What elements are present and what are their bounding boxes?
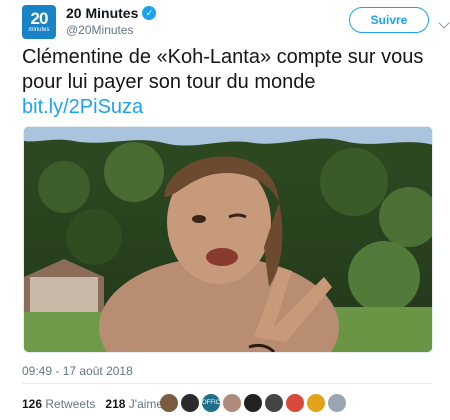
name-row: 20 Minutes ✓	[66, 5, 157, 21]
liker-avatar[interactable]	[265, 394, 283, 412]
liker-avatar[interactable]	[160, 394, 178, 412]
verified-badge-icon: ✓	[142, 6, 157, 20]
liker-avatar[interactable]	[286, 394, 304, 412]
retweets-stat[interactable]: 126 Retweets	[22, 397, 95, 411]
liker-avatar[interactable]	[244, 394, 262, 412]
likes-label: J'aime	[128, 397, 164, 411]
likes-stat[interactable]: 218 J'aime	[105, 397, 163, 411]
liker-avatar[interactable]: OFFICIAL	[202, 394, 220, 412]
display-name[interactable]: 20 Minutes	[66, 5, 138, 21]
tweet-text: Clémentine de «Koh-Lanta» compte sur vou…	[22, 45, 434, 120]
account-avatar[interactable]: 20 minutes	[22, 5, 56, 39]
tweet-header: 20 minutes 20 Minutes ✓ @20Minutes Suivr…	[22, 5, 450, 41]
tweet-body: Clémentine de «Koh-Lanta» compte sur vou…	[22, 46, 424, 93]
chevron-down-icon[interactable]	[438, 17, 450, 29]
liker-avatar[interactable]	[307, 394, 325, 412]
retweets-label: Retweets	[45, 397, 96, 411]
tweet-timestamp[interactable]: 09:49 - 17 août 2018	[22, 364, 133, 378]
tweet-photo[interactable]	[23, 126, 433, 353]
liker-avatar[interactable]	[223, 394, 241, 412]
follow-button[interactable]: Suivre	[349, 7, 429, 33]
photo-image	[24, 127, 432, 352]
liker-avatar[interactable]	[181, 394, 199, 412]
logo-word: minutes	[28, 27, 50, 33]
account-handle[interactable]: @20Minutes	[66, 23, 134, 37]
tweet-link[interactable]: bit.ly/2PiSuza	[22, 95, 434, 120]
divider	[22, 383, 432, 384]
retweets-count: 126	[22, 397, 43, 411]
engagement-stats: 126 Retweets 218 J'aime	[22, 397, 163, 411]
likes-count: 218	[105, 397, 126, 411]
likers-avatars: OFFICIAL	[160, 394, 346, 412]
logo-number: 20	[30, 9, 49, 28]
liker-avatar[interactable]	[328, 394, 346, 412]
